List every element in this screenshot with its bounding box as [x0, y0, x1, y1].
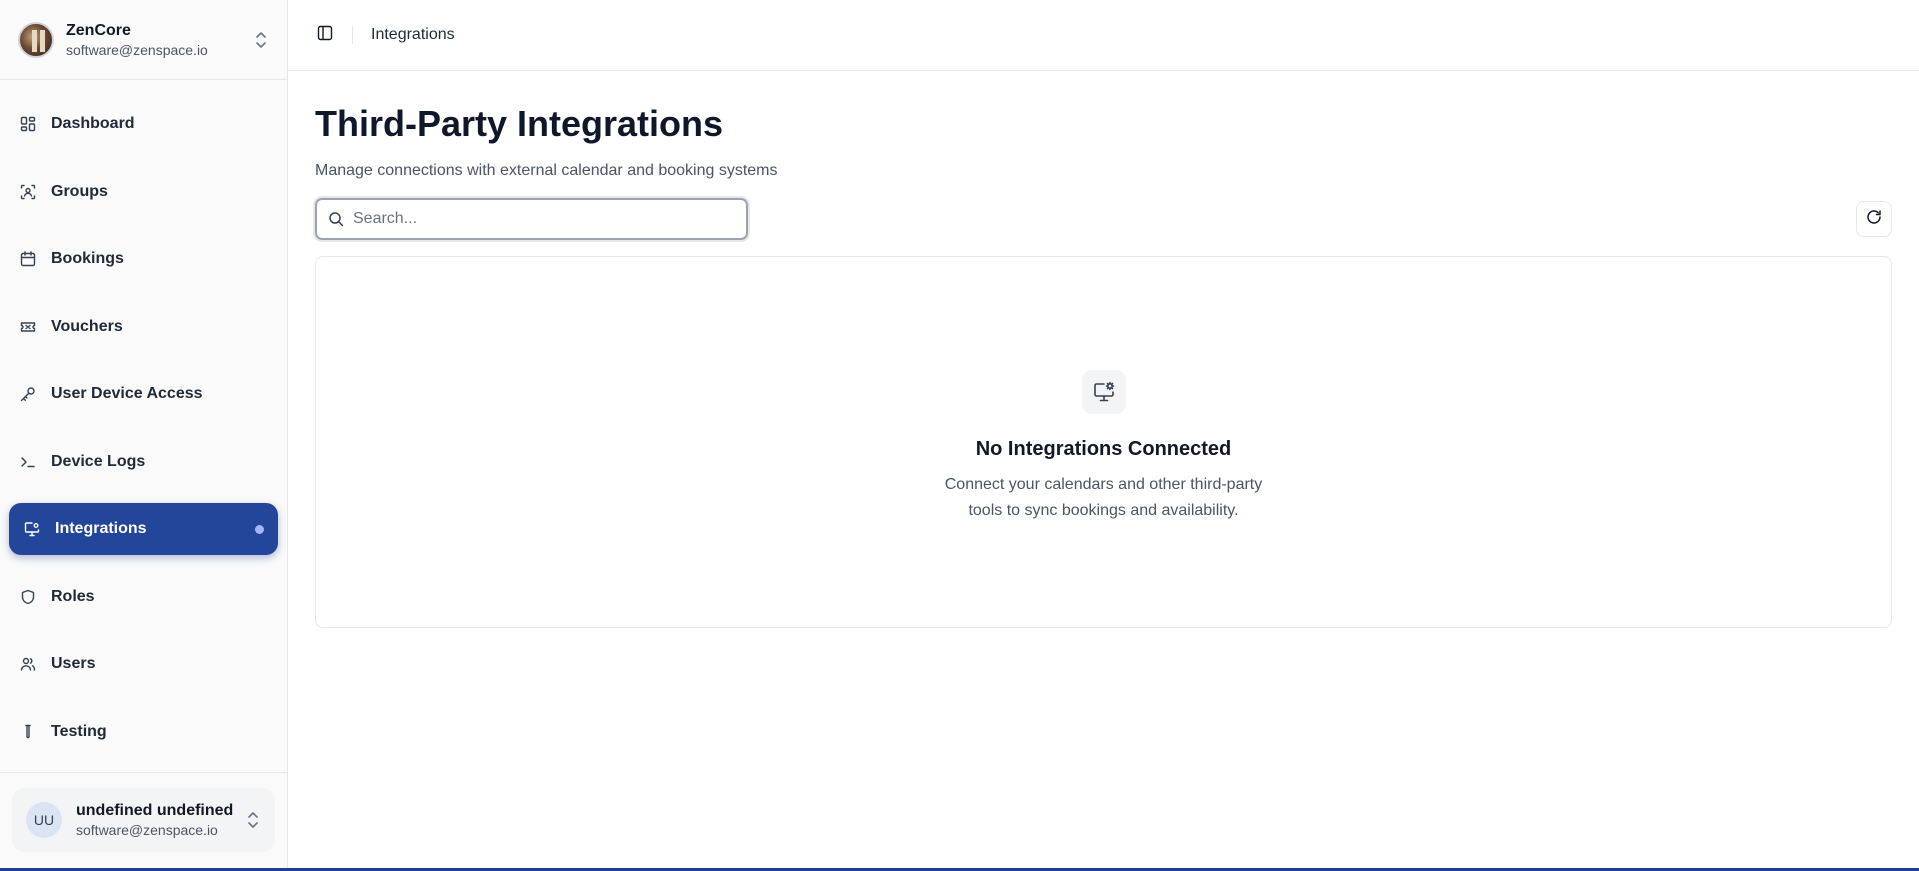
- sidebar-item-label: Vouchers: [51, 317, 123, 335]
- user-menu[interactable]: UU undefined undefined software@zenspace…: [12, 788, 275, 852]
- topbar: Integrations: [288, 0, 1919, 71]
- sidebar-item-groups[interactable]: Groups: [9, 166, 278, 218]
- sidebar-item-vouchers[interactable]: Vouchers: [9, 301, 278, 353]
- monitor-cog-icon: [23, 520, 41, 538]
- page-content: Third-Party Integrations Manage connecti…: [288, 101, 1919, 628]
- avatar: UU: [26, 802, 62, 838]
- sidebar-item-testing[interactable]: Testing: [9, 706, 278, 758]
- sidebar-item-label: Groups: [51, 182, 108, 200]
- active-indicator-dot: [255, 524, 264, 534]
- search-input[interactable]: [353, 210, 746, 228]
- user-text: undefined undefined software@zenspace.io: [76, 801, 245, 839]
- sidebar-item-roles[interactable]: Roles: [9, 571, 278, 623]
- org-logo: [18, 21, 54, 58]
- sidebar-item-dashboard[interactable]: Dashboard: [9, 98, 278, 150]
- user-email: software@zenspace.io: [76, 822, 218, 838]
- main-content: Integrations Third-Party Integrations Ma…: [288, 0, 1919, 868]
- ticket-icon: [19, 318, 37, 336]
- sidebar-item-label: User Device Access: [51, 385, 203, 402]
- sidebar-item-users[interactable]: Users: [9, 638, 278, 690]
- sidebar-divider: [0, 772, 287, 773]
- sidebar-item-label: Testing: [51, 722, 107, 740]
- sidebar-item-label: Roles: [51, 587, 95, 605]
- app-root: ZenCore software@zenspace.io Dashboard G…: [0, 0, 1919, 868]
- empty-state-title: No Integrations Connected: [975, 438, 1232, 460]
- empty-state-card: No Integrations Connected Connect your c…: [315, 256, 1892, 628]
- empty-state-description: Connect your calendars and other third-p…: [944, 476, 1263, 519]
- users-icon: [19, 655, 37, 673]
- sidebar-item-label: Bookings: [51, 250, 124, 267]
- sidebar-item-device-logs[interactable]: Device Logs: [9, 436, 278, 488]
- chevrons-up-down-icon: [253, 30, 269, 50]
- groups-icon: [19, 183, 37, 201]
- calendar-icon: [19, 250, 37, 268]
- breadcrumb: Integrations: [371, 26, 455, 43]
- toolbar: [315, 198, 1892, 240]
- sidebar-item-integrations[interactable]: Integrations: [9, 503, 278, 555]
- shield-icon: [19, 588, 37, 606]
- monitor-cog-icon: [1081, 370, 1126, 414]
- search-box[interactable]: [315, 198, 748, 240]
- sidebar-item-user-device-access[interactable]: User Device Access: [9, 368, 278, 420]
- refresh-button[interactable]: [1856, 201, 1892, 237]
- chevrons-up-down-icon: [245, 810, 261, 830]
- test-tube-icon: [19, 723, 37, 741]
- sidebar-item-label: Device Logs: [51, 452, 146, 470]
- search-icon: [327, 210, 345, 228]
- refresh-icon: [1866, 209, 1882, 230]
- sidebar: ZenCore software@zenspace.io Dashboard G…: [0, 0, 288, 868]
- sidebar-item-label: Users: [51, 655, 96, 672]
- sidebar-item-label: Integrations: [55, 520, 147, 537]
- org-switcher[interactable]: ZenCore software@zenspace.io: [0, 0, 287, 80]
- sidebar-item-bookings[interactable]: Bookings: [9, 233, 278, 285]
- divider: [352, 26, 353, 44]
- org-name: ZenCore: [66, 21, 131, 39]
- key-icon: [19, 385, 37, 403]
- sidebar-nav: Dashboard Groups Bookings Vouchers User …: [0, 80, 287, 868]
- sidebar-item-label: Dashboard: [51, 115, 135, 132]
- sidebar-toggle-button[interactable]: [308, 18, 342, 52]
- terminal-icon: [19, 453, 37, 471]
- org-text: ZenCore software@zenspace.io: [66, 21, 253, 59]
- panel-left-icon: [317, 25, 333, 46]
- org-email: software@zenspace.io: [66, 41, 208, 58]
- user-name: undefined undefined: [76, 802, 234, 819]
- dashboard-icon: [19, 115, 37, 133]
- page-title: Third-Party Integrations: [315, 103, 724, 144]
- page-subtitle: Manage connections with external calenda…: [315, 162, 778, 179]
